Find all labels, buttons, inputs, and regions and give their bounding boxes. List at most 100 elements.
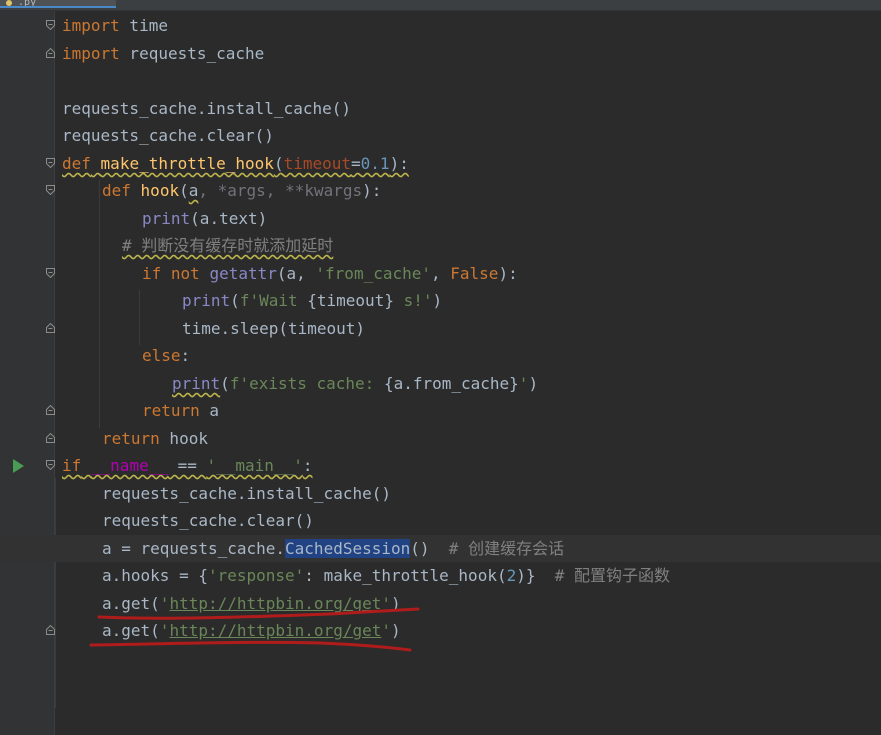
builtin-getattr: getattr [209,264,277,283]
fold-open-icon[interactable] [46,185,55,195]
code-line-19[interactable]: requests_cache.clear() [0,507,881,534]
code-line-22[interactable]: a.get('http://httpbin.org/get') [0,590,881,617]
keyword-if: if [142,264,162,283]
builtin-print: print [172,374,221,393]
code-line-16[interactable]: return hook [0,425,881,452]
fold-close-icon[interactable] [46,405,55,415]
code-line-5[interactable]: requests_cache.clear() [0,122,881,149]
fold-open-icon[interactable] [46,268,55,278]
code-line-4[interactable]: requests_cache.install_cache() [0,95,881,122]
code-editor[interactable]: import time import requests_cache reques… [0,0,881,735]
code-line-21[interactable]: a.hooks = {'response': make_throttle_hoo… [0,562,881,589]
statement: requests_cache.install_cache() [62,99,351,118]
colon: : [302,456,313,475]
code-line-8[interactable]: print(a.text) [0,205,881,232]
code-line-14[interactable]: print(f'exists cache: {a.from_cache}') [0,370,881,397]
dunder-name: __name__ [90,456,168,475]
comment: # 判断没有缓存时就添加延时 [122,236,334,255]
operator: == [167,456,207,475]
paren: ): [389,154,409,173]
paren: )} [516,566,555,585]
paren: ): [362,181,382,200]
function-name: hook [140,181,180,200]
paren: ): [498,264,518,283]
keyword-import: import [62,44,120,63]
code-line-2[interactable]: import requests_cache [0,40,881,67]
call: a.get( [102,621,160,640]
url-link[interactable]: http://httpbin.org/get [169,621,381,640]
fold-close-icon[interactable] [46,48,55,58]
fold-close-icon[interactable] [46,433,55,443]
paren: ( [230,291,240,310]
paren: ) [391,621,401,640]
code-line-12[interactable]: time.sleep(timeout) [0,315,881,342]
code-line-9[interactable]: # 判断没有缓存时就添加延时 [0,232,881,259]
comma: , [265,181,286,200]
paren: ) [432,291,443,310]
arguments: (a, [276,264,316,283]
fold-close-icon[interactable] [46,323,55,333]
string-literal: s!' [393,291,433,310]
fold-open-icon[interactable] [46,158,55,168]
string-literal: f'exists cache: [229,374,384,393]
code-line-7[interactable]: def hook(a, *args, **kwargs): [0,177,881,204]
keyword-return: return [102,429,160,448]
comma: , [198,181,218,200]
call: a.get( [102,594,160,613]
code-line-15[interactable]: return a [0,397,881,424]
statement: time.sleep(timeout) [182,319,366,338]
paren: ( [220,374,230,393]
code-line-20[interactable]: a = requests_cache.CachedSession() # 创建缓… [0,535,881,562]
statement: requests_cache.clear() [102,511,314,530]
quote: ' [159,594,170,613]
colon: : [180,346,191,365]
selected-text[interactable]: CachedSession [285,539,411,558]
statement: a.hooks = { [102,566,208,585]
code-line-10[interactable]: if not getattr(a, 'from_cache', False): [0,260,881,287]
url-link[interactable]: http://httpbin.org/get [169,594,381,613]
run-icon[interactable] [13,459,24,473]
string-literal: 'from_cache' [315,264,431,283]
code-line-11[interactable]: print(f'Wait {timeout} s!') [0,287,881,314]
code-line-17[interactable]: if __name__ == '__main__': [0,452,881,479]
keyword-if: if [62,456,82,475]
code-line-18[interactable]: requests_cache.install_cache() [0,480,881,507]
builtin-print: print [142,209,191,228]
module-name: requests_cache [119,44,265,63]
keyword-import: import [62,16,120,35]
string-literal: f'Wait [239,291,308,310]
paren: ( [273,154,284,173]
keyword-def: def [102,181,131,200]
keyword-false: False [450,264,499,283]
paren: ( [179,181,189,200]
keyword-else: else [142,346,181,365]
statement: a = requests_cache. [102,539,286,558]
string-literal: 'response' [207,566,305,585]
fstring-expression: {a.from_cache} [383,374,519,393]
parameter: timeout [283,154,352,173]
code-line-23[interactable]: a.get('http://httpbin.org/get') [0,617,881,644]
quote: ' [381,594,391,613]
fold-open-icon[interactable] [46,20,55,30]
parameter-args: *args [217,181,266,200]
fold-open-icon[interactable] [46,460,55,470]
code-line-6[interactable]: def make_throttle_hook(timeout=0.1): [0,150,881,177]
number-literal: 2 [506,566,517,585]
statement: requests_cache.clear() [62,126,274,145]
code-line-13[interactable]: else: [0,342,881,369]
paren: ) [391,594,401,613]
comma: , [431,264,451,283]
keyword-not: not [161,264,200,283]
builtin-print: print [182,291,231,310]
number-literal: 0.1 [360,154,390,173]
keyword-return: return [142,401,200,420]
parameter-kwargs: **kwargs [285,181,363,200]
paren: () [410,539,449,558]
code-line-1[interactable]: import time [0,12,881,39]
fold-close-icon[interactable] [46,625,55,635]
arguments: (a.text) [190,209,268,228]
